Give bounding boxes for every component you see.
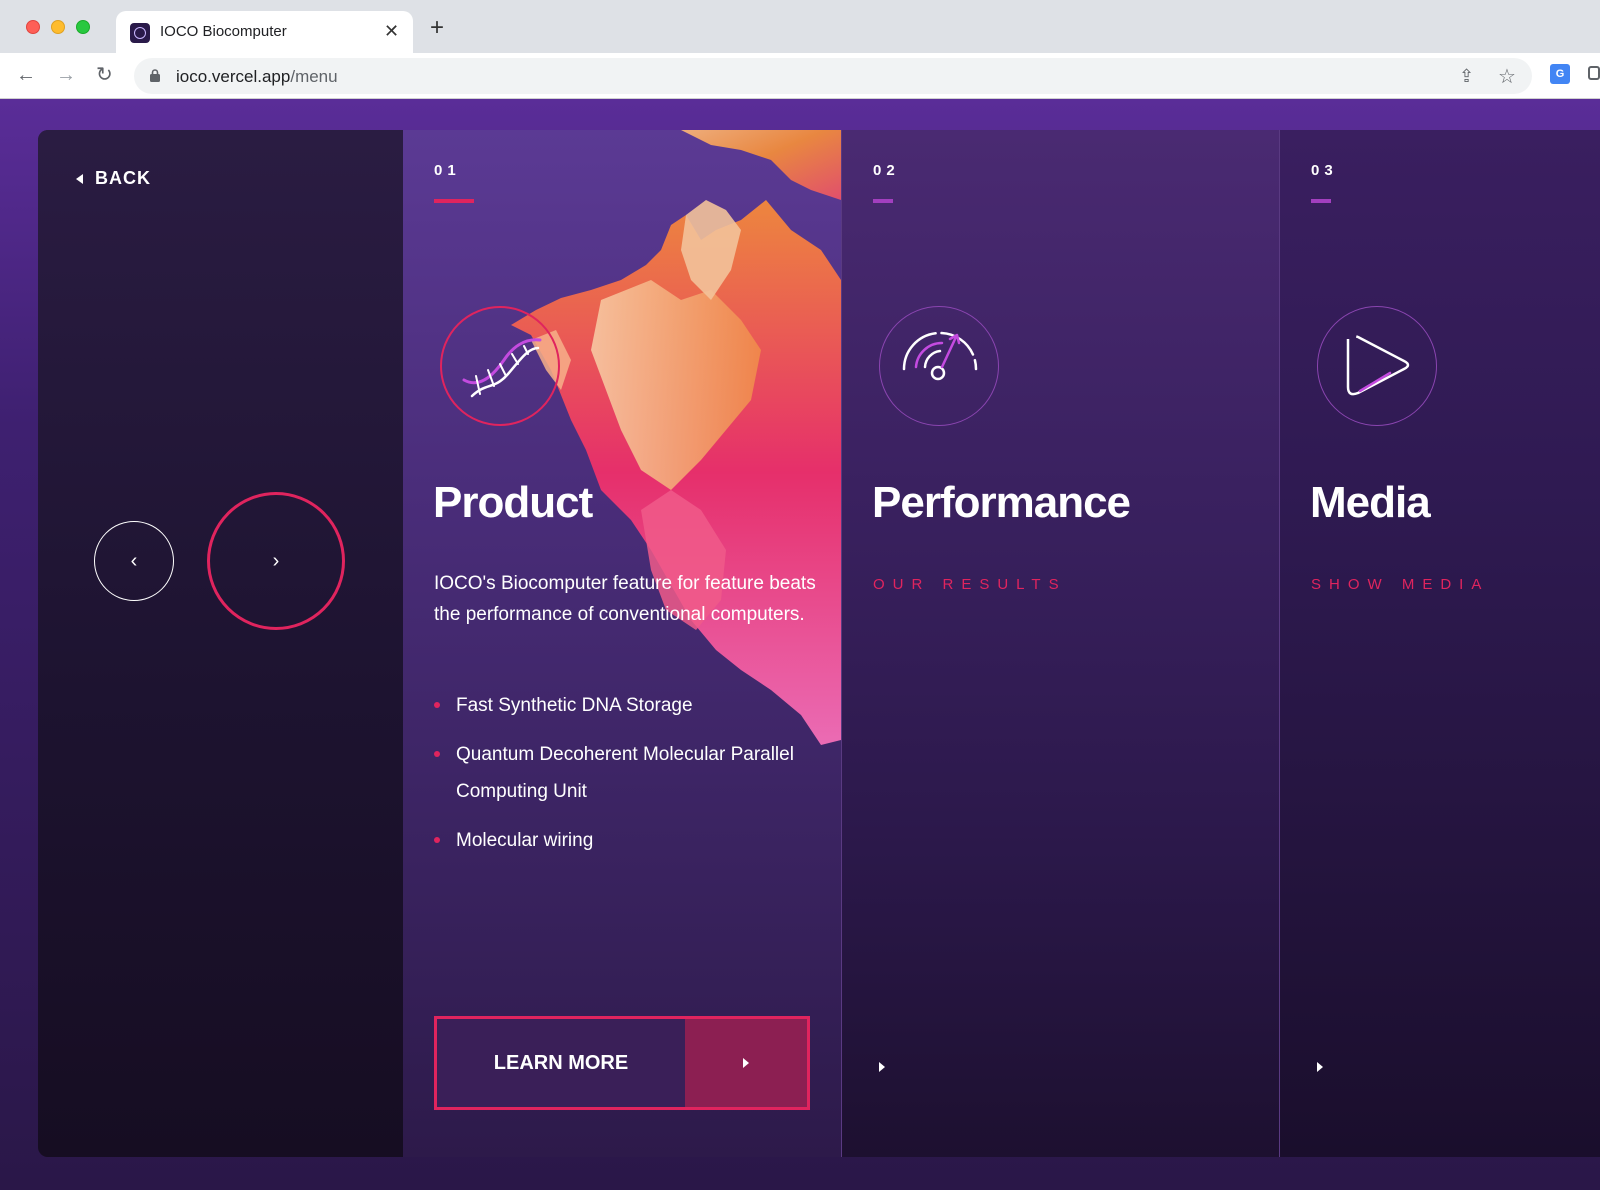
feature-list: Fast Synthetic DNA Storage Quantum Decoh… [434,687,814,871]
panel-arrow-button[interactable] [875,1058,889,1076]
list-item: Molecular wiring [434,822,814,859]
tab-title: IOCO Biocomputer [160,23,287,40]
browser-toolbar: ← → ↻ ioco.vercel.app/menu ⇪ ☆ G [0,53,1600,99]
close-window-button[interactable] [26,20,40,34]
play-icon [1317,306,1437,426]
lock-icon [150,69,160,82]
chevron-left-icon: ‹ [130,550,138,572]
panel-number-underline [434,199,474,203]
list-item: Fast Synthetic DNA Storage [434,687,814,724]
panel-number: 01 [434,162,461,179]
panel-title: Performance [872,478,1131,527]
feature-text: Quantum Decoherent Molecular Parallel Co… [456,744,794,802]
learn-more-button[interactable]: LEARN MORE [434,1016,810,1110]
minimize-window-button[interactable] [51,20,65,34]
next-button[interactable]: › [207,492,345,630]
dna-icon [440,306,560,426]
back-arrow-icon[interactable]: ← [16,63,36,87]
feature-text: Molecular wiring [456,830,594,851]
url-text: ioco.vercel.app/menu [176,67,338,87]
panel-arrow-button[interactable] [1313,1058,1327,1076]
panel-number-underline [873,199,893,203]
list-item: Quantum Decoherent Molecular Parallel Co… [434,736,814,810]
panel-number-underline [1311,199,1331,203]
speedometer-icon [879,306,999,426]
panel-number: 03 [1311,162,1338,179]
camera-icon[interactable] [1588,66,1600,80]
url-host: ioco.vercel.app [176,67,291,86]
bullet-icon [434,751,440,757]
translate-icon[interactable]: G [1550,64,1570,84]
close-tab-icon[interactable]: ✕ [384,20,399,42]
panel-title: Media [1310,478,1431,527]
share-icon[interactable]: ⇪ [1459,66,1474,87]
learn-more-label: LEARN MORE [437,1019,685,1107]
panel-performance[interactable]: 02 Performance OUR RESULTS [841,130,1279,1157]
page-background: BACK ‹ › 01 Product IOCO's Biocomputer f… [0,99,1600,1190]
left-nav-column: BACK ‹ › [38,130,403,1157]
panel-number: 02 [873,162,900,179]
menu-card: BACK ‹ › 01 Product IOCO's Biocomputer f… [38,130,1600,1157]
bookmark-star-icon[interactable]: ☆ [1498,64,1516,89]
address-bar[interactable]: ioco.vercel.app/menu ⇪ ☆ [134,58,1532,94]
panel-product[interactable]: 01 Product IOCO's Biocomputer feature fo… [403,130,841,1157]
caret-right-icon [879,1062,885,1072]
bullet-icon [434,837,440,843]
learn-more-arrow [685,1019,807,1107]
browser-tab[interactable]: IOCO Biocomputer ✕ [116,11,413,53]
previous-button[interactable]: ‹ [94,521,174,601]
browser-chrome: IOCO Biocomputer ✕ + ← → ↻ ioco.vercel.a… [0,0,1600,99]
panel-subtitle-link[interactable]: SHOW MEDIA [1311,576,1489,593]
new-tab-icon[interactable]: + [430,16,444,40]
caret-right-icon [743,1058,749,1068]
feature-text: Fast Synthetic DNA Storage [456,695,693,716]
bullet-icon [434,702,440,708]
reload-icon[interactable]: ↻ [96,63,113,87]
caret-right-icon [1317,1062,1323,1072]
favicon-icon [130,23,150,43]
tab-strip: IOCO Biocomputer ✕ + [0,0,1600,53]
fluid-blob-illustration [511,130,841,745]
caret-left-icon [76,173,83,184]
url-path: /menu [290,67,338,86]
back-label: BACK [95,168,151,188]
panel-media[interactable]: 03 Media SHOW MEDIA [1279,130,1600,1157]
back-link[interactable]: BACK [76,168,151,189]
maximize-window-button[interactable] [76,20,90,34]
chevron-right-icon: › [272,550,280,572]
panel-title: Product [433,478,593,527]
panel-subtitle-link[interactable]: OUR RESULTS [873,576,1067,593]
panel-description: IOCO's Biocomputer feature for feature b… [434,573,816,625]
forward-arrow-icon[interactable]: → [56,63,76,87]
